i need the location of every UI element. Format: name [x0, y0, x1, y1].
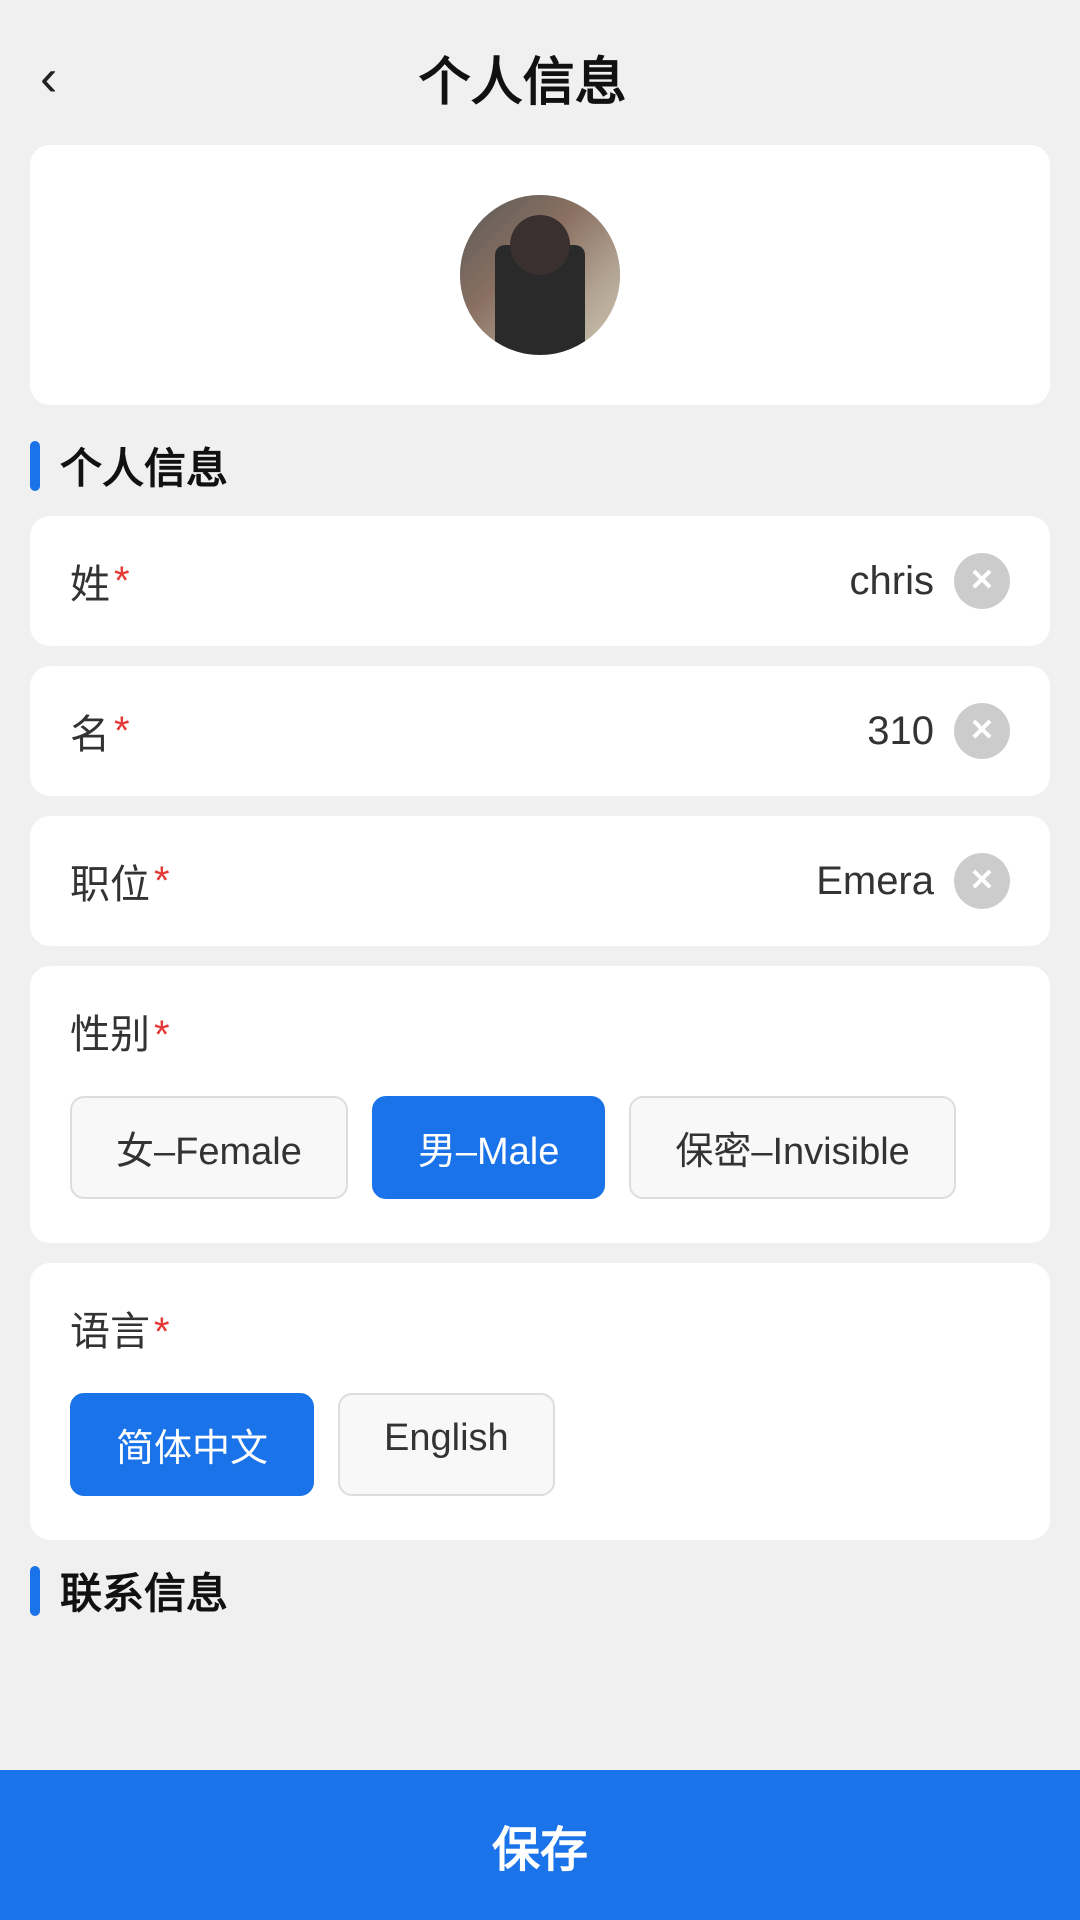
- language-label: 语言*: [70, 1299, 1010, 1357]
- gender-options: 女–Female 男–Male 保密–Invisible: [70, 1096, 1010, 1199]
- last-name-label: 姓 *: [70, 552, 190, 610]
- position-value[interactable]: Emera: [190, 859, 954, 904]
- last-name-value[interactable]: chris: [190, 559, 954, 604]
- clear-icon: ✕: [969, 716, 994, 746]
- language-options: 简体中文 English: [70, 1393, 1010, 1496]
- required-star: *: [154, 1013, 170, 1057]
- language-card: 语言* 简体中文 English: [30, 1263, 1050, 1540]
- first-name-clear-button[interactable]: ✕: [954, 703, 1010, 759]
- required-star: *: [154, 1310, 170, 1354]
- gender-label: 性别*: [70, 1002, 1010, 1060]
- gender-card: 性别* 女–Female 男–Male 保密–Invisible: [30, 966, 1050, 1243]
- first-name-value[interactable]: 310: [190, 709, 954, 754]
- clear-icon: ✕: [969, 566, 994, 596]
- first-name-label: 名 *: [70, 702, 190, 760]
- header: ‹ 个人信息: [0, 0, 1080, 145]
- gender-male-button[interactable]: 男–Male: [372, 1096, 606, 1199]
- first-name-card: 名 * 310 ✕: [30, 666, 1050, 796]
- back-button[interactable]: ‹: [40, 52, 57, 104]
- first-name-row: 名 * 310 ✕: [70, 702, 1010, 760]
- section-bar-contact: [30, 1566, 40, 1616]
- required-star: *: [114, 709, 130, 754]
- position-card: 职位 * Emera ✕: [30, 816, 1050, 946]
- gender-female-button[interactable]: 女–Female: [70, 1096, 348, 1199]
- clear-icon: ✕: [969, 866, 994, 896]
- avatar-card: [30, 145, 1050, 405]
- avatar[interactable]: [460, 195, 620, 355]
- required-star: *: [154, 859, 170, 904]
- language-en-button[interactable]: English: [338, 1393, 555, 1496]
- section-bar-personal: [30, 441, 40, 491]
- avatar-image: [460, 195, 620, 355]
- last-name-row: 姓 * chris ✕: [70, 552, 1010, 610]
- language-zh-button[interactable]: 简体中文: [70, 1393, 314, 1496]
- personal-info-section-title: 个人信息: [30, 435, 1050, 496]
- position-label: 职位 *: [70, 852, 190, 910]
- contact-info-section-title: 联系信息: [30, 1560, 1050, 1621]
- gender-invisible-button[interactable]: 保密–Invisible: [629, 1096, 955, 1199]
- position-clear-button[interactable]: ✕: [954, 853, 1010, 909]
- save-button[interactable]: 保存: [0, 1770, 1080, 1920]
- last-name-card: 姓 * chris ✕: [30, 516, 1050, 646]
- required-star: *: [114, 559, 130, 604]
- last-name-clear-button[interactable]: ✕: [954, 553, 1010, 609]
- page-title: 个人信息: [77, 40, 968, 115]
- position-row: 职位 * Emera ✕: [70, 852, 1010, 910]
